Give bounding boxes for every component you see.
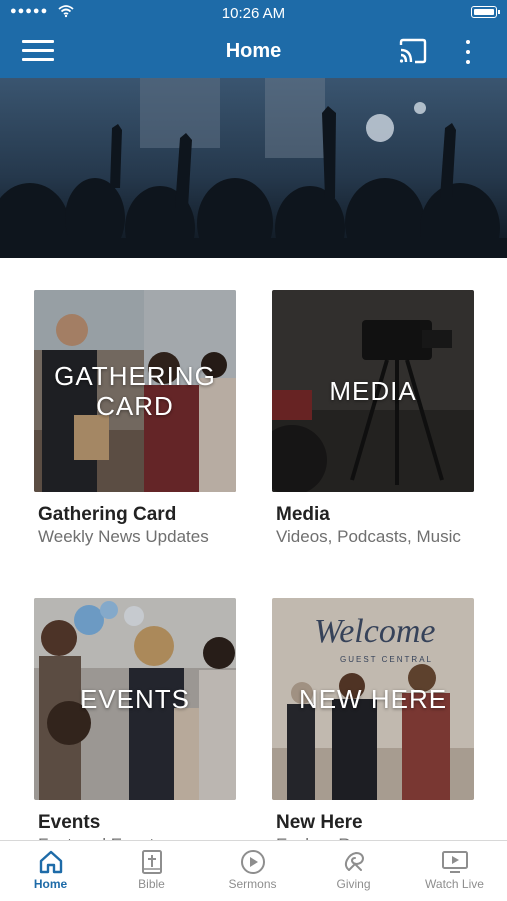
tab-home[interactable]: Home xyxy=(0,841,101,901)
giving-icon xyxy=(344,851,364,871)
tab-home-label: Home xyxy=(33,877,68,891)
tab-giving[interactable]: Giving xyxy=(303,841,404,901)
play-circle-icon xyxy=(240,850,265,874)
top-navbar: Home xyxy=(0,26,507,78)
media-card-title: Media xyxy=(276,504,330,525)
media-tile[interactable]: MEDIA xyxy=(272,290,474,492)
tab-bible[interactable]: Bible xyxy=(101,841,202,901)
cast-icon[interactable] xyxy=(398,38,428,64)
events-tile[interactable]: EVENTS xyxy=(34,598,236,800)
tab-watch-live[interactable]: Watch Live xyxy=(404,841,505,901)
tab-sermons[interactable]: Sermons xyxy=(202,841,303,901)
tv-play-icon xyxy=(441,851,468,873)
battery-icon xyxy=(471,6,500,18)
hero-banner-image xyxy=(0,78,507,258)
media-card-subtitle: Videos, Podcasts, Music xyxy=(276,527,461,546)
media-overlay-label: MEDIA xyxy=(329,376,417,406)
page-title: Home xyxy=(225,40,282,62)
new-here-overlay-label: NEW HERE xyxy=(298,684,448,714)
bottom-tab-bar: Home Bible Sermons Giving Watch Live xyxy=(0,840,507,901)
tab-watch-live-label: Watch Live xyxy=(425,877,484,891)
status-time: 10:26 AM xyxy=(221,5,286,22)
bible-icon xyxy=(141,850,162,874)
tab-sermons-label: Sermons xyxy=(228,877,277,891)
more-options-icon[interactable] xyxy=(458,38,478,66)
new-here-card-title: New Here xyxy=(276,812,363,833)
gathering-card-tile[interactable]: GATHERING CARD xyxy=(34,290,236,492)
new-here-tile[interactable]: Welcome GUEST CENTRAL NEW HERE xyxy=(272,598,474,800)
events-card-title: Events xyxy=(38,812,101,833)
home-icon xyxy=(39,850,62,874)
status-bar: ●●●●● 10:26 AM xyxy=(0,0,507,26)
tab-bible-label: Bible xyxy=(138,877,165,891)
gathering-card-subtitle: Weekly News Updates xyxy=(38,527,209,546)
events-overlay-label: EVENTS xyxy=(79,684,191,714)
gathering-card-overlay-label: GATHERING CARD xyxy=(54,361,216,421)
gathering-card-title: Gathering Card xyxy=(38,504,177,525)
tab-giving-label: Giving xyxy=(336,877,371,891)
